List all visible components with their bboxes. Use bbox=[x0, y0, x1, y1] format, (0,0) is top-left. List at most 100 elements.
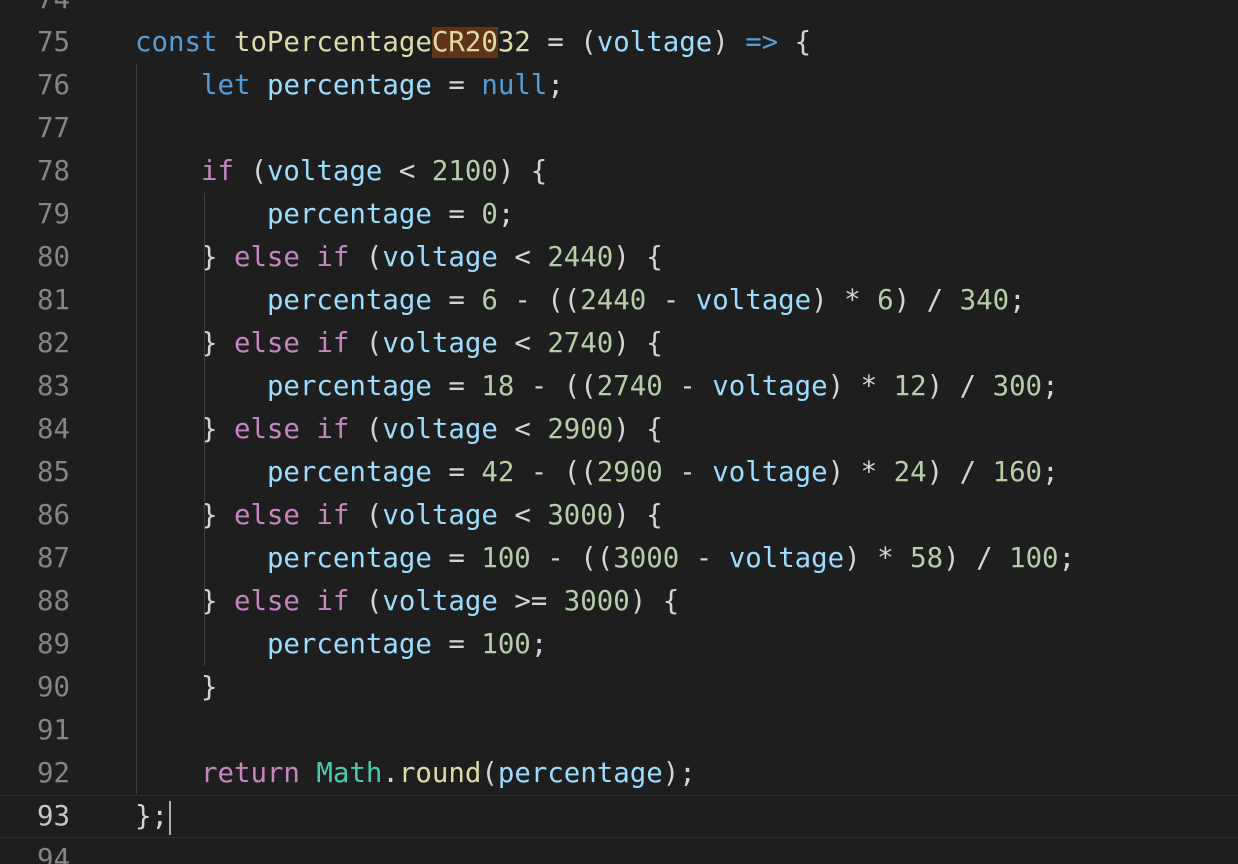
code-token: ) * bbox=[827, 371, 894, 402]
code-token: } bbox=[135, 414, 234, 445]
code-text[interactable]: }; bbox=[135, 795, 171, 838]
code-token: < bbox=[497, 500, 548, 531]
code-text[interactable]: percentage = 6 - ((2440 - voltage) * 6) … bbox=[135, 279, 1026, 322]
code-token: percentage bbox=[497, 758, 663, 789]
code-line[interactable]: 83 percentage = 18 - ((2740 - voltage) *… bbox=[0, 365, 1238, 408]
code-token: ; bbox=[1042, 371, 1059, 402]
code-text[interactable]: percentage = 18 - ((2740 - voltage) * 12… bbox=[135, 365, 1059, 408]
code-token: < bbox=[497, 328, 548, 359]
code-token: if bbox=[316, 328, 350, 359]
code-token: = bbox=[431, 70, 482, 101]
code-line[interactable]: 85 percentage = 42 - ((2900 - voltage) *… bbox=[0, 451, 1238, 494]
line-number: 75 bbox=[37, 27, 70, 58]
code-line[interactable]: 93}; bbox=[0, 795, 1238, 838]
code-line[interactable]: 92 return Math.round(percentage); bbox=[0, 752, 1238, 795]
code-token: = bbox=[431, 629, 482, 660]
code-token: 100 bbox=[1009, 543, 1059, 574]
line-number: 76 bbox=[37, 70, 70, 101]
code-line[interactable]: 89 percentage = 100; bbox=[0, 623, 1238, 666]
code-line[interactable]: 84 } else if (voltage < 2900) { bbox=[0, 408, 1238, 451]
code-token: toPercentage bbox=[233, 27, 432, 58]
code-line[interactable]: 88 } else if (voltage >= 3000) { bbox=[0, 580, 1238, 623]
code-token: return bbox=[200, 758, 300, 789]
code-line[interactable]: 90 } bbox=[0, 666, 1238, 709]
code-token: - (( bbox=[514, 371, 597, 402]
code-token: 2900 bbox=[596, 457, 663, 488]
code-line[interactable]: 91 bbox=[0, 709, 1238, 752]
code-line[interactable]: 86 } else if (voltage < 3000) { bbox=[0, 494, 1238, 537]
code-token: if bbox=[200, 156, 234, 187]
code-token: ( bbox=[349, 586, 383, 617]
code-token: voltage bbox=[728, 543, 845, 574]
code-token: percentage bbox=[266, 543, 432, 574]
code-text[interactable]: percentage = 100; bbox=[135, 623, 547, 666]
code-text[interactable]: } else if (voltage >= 3000) { bbox=[135, 580, 679, 623]
code-token: ) { bbox=[613, 328, 663, 359]
code-text[interactable]: } bbox=[135, 666, 218, 709]
code-token: percentage bbox=[266, 457, 432, 488]
code-text[interactable]: percentage = 100 - ((3000 - voltage) * 5… bbox=[135, 537, 1075, 580]
code-text[interactable]: } else if (voltage < 2900) { bbox=[135, 408, 663, 451]
line-number: 80 bbox=[37, 242, 70, 273]
code-token: else bbox=[233, 328, 300, 359]
code-token: ) { bbox=[613, 242, 663, 273]
code-text[interactable]: } else if (voltage < 2440) { bbox=[135, 236, 663, 279]
code-token: null bbox=[481, 70, 548, 101]
code-line[interactable]: 80 } else if (voltage < 2440) { bbox=[0, 236, 1238, 279]
code-editor[interactable]: 74 75 const toPercentageCR2032 = (voltage)… bbox=[0, 0, 1238, 864]
code-lines[interactable]: 74 75 const toPercentageCR2032 = (voltage)… bbox=[0, 0, 1238, 864]
code-line[interactable]: 74 bbox=[0, 0, 1238, 21]
line-number: 88 bbox=[37, 586, 70, 617]
code-token: else bbox=[233, 414, 300, 445]
code-token: 3000 bbox=[563, 586, 630, 617]
code-text[interactable]: const toPercentageCR2032 = (voltage) => … bbox=[135, 21, 811, 64]
code-token: ) / bbox=[943, 543, 1010, 574]
code-token: = bbox=[431, 285, 482, 316]
code-text[interactable]: return Math.round(percentage); bbox=[135, 752, 696, 795]
code-token: 58 bbox=[910, 543, 944, 574]
code-token: ( bbox=[349, 500, 383, 531]
code-line[interactable]: 77 bbox=[0, 107, 1238, 150]
line-number: 86 bbox=[37, 500, 70, 531]
code-line[interactable]: 75 const toPercentageCR2032 = (voltage) =… bbox=[0, 21, 1238, 64]
code-line[interactable]: 78 if (voltage < 2100) { bbox=[0, 150, 1238, 193]
code-line[interactable]: 82 } else if (voltage < 2740) { bbox=[0, 322, 1238, 365]
indent-guide-if-block bbox=[204, 193, 205, 666]
line-number: 77 bbox=[37, 113, 70, 144]
code-text[interactable]: percentage = 0; bbox=[135, 193, 514, 236]
code-token: ) bbox=[712, 27, 746, 58]
code-token: - bbox=[662, 371, 713, 402]
code-line[interactable]: 94 bbox=[0, 838, 1238, 864]
code-line[interactable]: 76 let percentage = null; bbox=[0, 64, 1238, 107]
line-number: 87 bbox=[37, 543, 70, 574]
code-token: voltage bbox=[382, 414, 498, 445]
code-token: } bbox=[135, 586, 234, 617]
code-token: 24 bbox=[893, 457, 927, 488]
code-token: - (( bbox=[530, 543, 614, 574]
code-token: ( bbox=[349, 328, 383, 359]
code-token: } bbox=[135, 242, 234, 273]
code-token: = bbox=[431, 543, 482, 574]
code-token: percentage bbox=[266, 285, 432, 316]
code-text[interactable]: } else if (voltage < 3000) { bbox=[135, 494, 663, 537]
code-token: round bbox=[398, 758, 482, 789]
highlighted-token: CR20 bbox=[431, 27, 498, 58]
line-number: 89 bbox=[37, 629, 70, 660]
code-line[interactable]: 79 percentage = 0; bbox=[0, 193, 1238, 236]
code-token: voltage bbox=[382, 500, 498, 531]
code-text[interactable]: if (voltage < 2100) { bbox=[135, 150, 547, 193]
code-text[interactable]: let percentage = null; bbox=[135, 64, 564, 107]
line-number: 81 bbox=[37, 285, 70, 316]
code-token: 0 bbox=[481, 199, 498, 230]
code-token: percentage bbox=[266, 199, 432, 230]
line-number: 85 bbox=[37, 457, 70, 488]
code-line[interactable]: 81 percentage = 6 - ((2440 - voltage) * … bbox=[0, 279, 1238, 322]
code-line[interactable]: 87 percentage = 100 - ((3000 - voltage) … bbox=[0, 537, 1238, 580]
code-token: ); bbox=[662, 758, 696, 789]
code-text[interactable]: } else if (voltage < 2740) { bbox=[135, 322, 663, 365]
code-text[interactable]: percentage = 42 - ((2900 - voltage) * 24… bbox=[135, 451, 1059, 494]
